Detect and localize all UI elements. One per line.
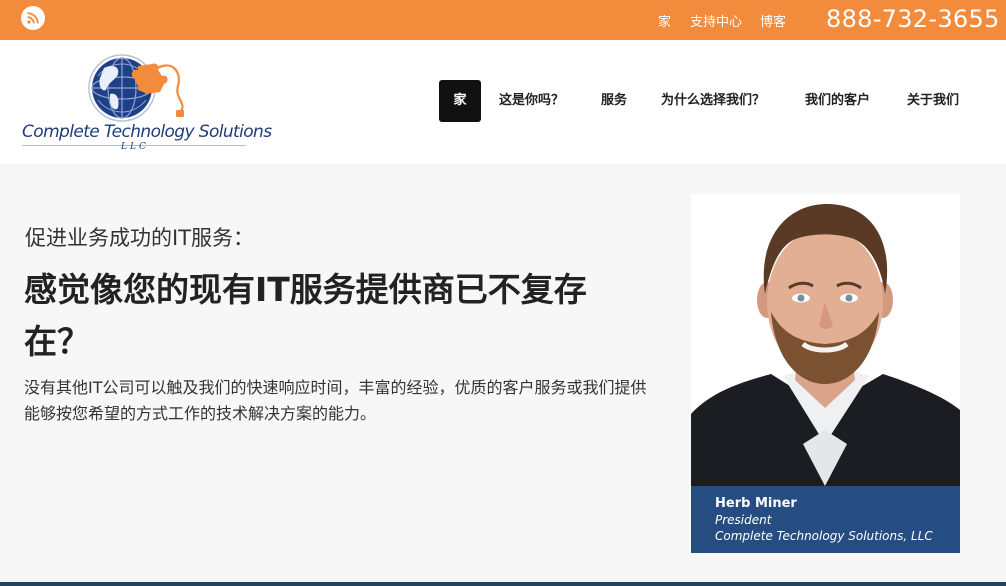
hero-title: 感觉像您的现有IT服务提供商已不复存在？	[24, 270, 587, 361]
rss-icon	[27, 12, 39, 24]
nav-item-about-us[interactable]: 关于我们	[907, 80, 959, 122]
company-logo[interactable]: Complete Technology Solutions LLC	[22, 52, 272, 156]
site-header: Complete Technology Solutions LLC 家 这是你吗…	[0, 40, 1006, 164]
bottom-divider	[0, 582, 1006, 586]
profile-role: President	[715, 513, 772, 527]
nav-item-our-clients[interactable]: 我们的客户	[805, 80, 870, 122]
logo-company-name: Complete Technology Solutions	[22, 122, 272, 142]
profile-caption: Herb Miner President Complete Technology…	[691, 486, 960, 553]
logo-suffix: LLC	[121, 142, 149, 152]
nav-item-why-choose-us[interactable]: 为什么选择我们？	[661, 80, 765, 122]
profile-company: Complete Technology Solutions, LLC	[715, 529, 933, 543]
top-link-blog[interactable]: 博客	[760, 11, 786, 30]
profile-card: Herb Miner President Complete Technology…	[691, 194, 960, 553]
nav-item-is-this-you[interactable]: 这是你吗？	[499, 80, 564, 122]
phone-number[interactable]: 888-732-3655	[826, 5, 1000, 33]
nav-item-home[interactable]: 家	[439, 80, 481, 122]
top-bar: 家 支持中心 博客 888-732-3655	[0, 0, 1006, 40]
rss-button[interactable]	[21, 6, 45, 30]
nav-item-services[interactable]: 服务	[601, 80, 627, 122]
profile-photo	[691, 194, 960, 486]
top-link-support[interactable]: 支持中心	[690, 11, 742, 30]
top-link-home[interactable]: 家	[658, 11, 671, 30]
profile-name: Herb Miner	[715, 496, 797, 511]
hero-subtitle: 促进业务成功的IT服务：	[25, 226, 255, 250]
hero-body: 没有其他IT公司可以触及我们的快速响应时间，丰富的经验，优质的客户服务或我们提供…	[24, 378, 647, 423]
globe-icon	[88, 54, 184, 122]
